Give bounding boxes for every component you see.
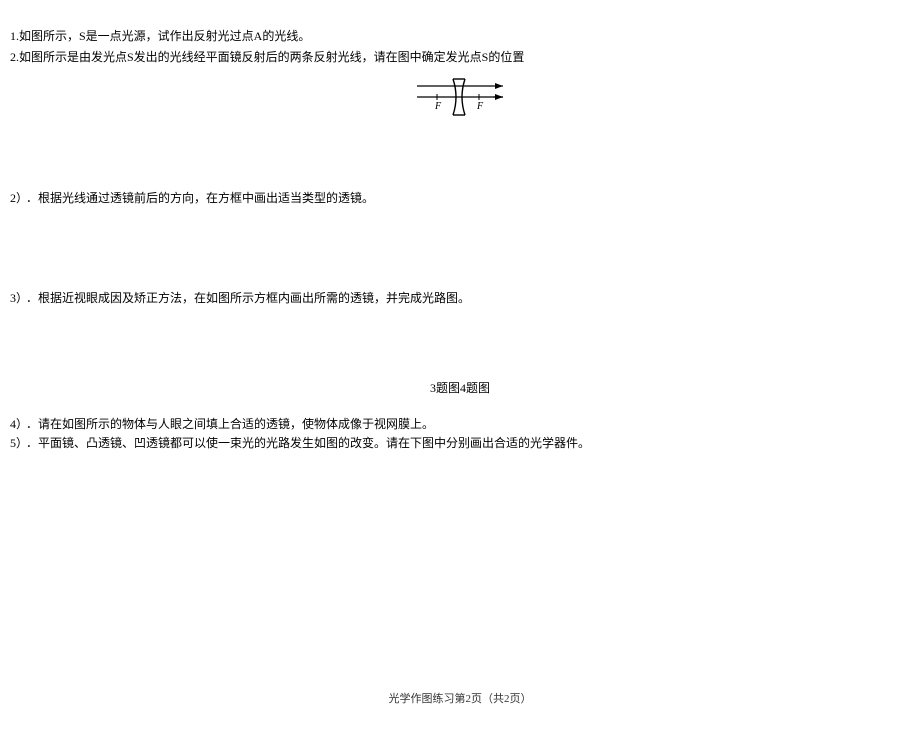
question-4-sub: 4） ．请在如图所示的物体与人眼之间填上合适的透镜，使物体成像于视网膜上。: [10, 416, 910, 433]
figure-caption: 3题图4题图: [10, 379, 910, 396]
question-2: 2.如图所示是由发光点S发出的光线经平面镜反射后的两条反射光线，请在图中确定发光…: [10, 49, 910, 66]
q5sub-text: ．平面镜、凸透镜、凹透镜都可以使一束光的光路发生如图的改变。请在下图中分别画出合…: [26, 436, 590, 450]
q4sub-number: 4）: [10, 417, 22, 431]
concave-lens-icon: F F: [415, 74, 505, 124]
question-1: 1.如图所示，S是一点光源，试作出反射光过点A的光线。: [10, 28, 910, 45]
question-3-sub: 3） ．根据近视眼成因及矫正方法，在如图所示方框内画出所需的透镜，并完成光路图。: [10, 290, 910, 307]
focus-label-left: F: [434, 101, 442, 112]
q4sub-text: ．请在如图所示的物体与人眼之间填上合适的透镜，使物体成像于视网膜上。: [26, 417, 434, 431]
spacer-3: [10, 311, 910, 371]
q2sub-text: ．根据光线通过透镜前后的方向，在方框中画出适当类型的透镜。: [26, 191, 374, 205]
q3sub-number: 3）: [10, 291, 22, 305]
q3sub-text: ．根据近视眼成因及矫正方法，在如图所示方框内画出所需的透镜，并完成光路图。: [26, 291, 470, 305]
q5sub-number: 5）: [10, 436, 22, 450]
question-5-sub: 5） ．平面镜、凸透镜、凹透镜都可以使一束光的光路发生如图的改变。请在下图中分别画…: [10, 435, 910, 452]
spacer-1: [10, 140, 910, 190]
lens-diagram: F F: [10, 74, 910, 128]
focus-label-right: F: [476, 101, 484, 112]
question-2-sub: 2） ．根据光线通过透镜前后的方向，在方框中画出适当类型的透镜。: [10, 190, 910, 207]
q2sub-number: 2）: [10, 191, 22, 205]
page-footer: 光学作图练习第2页（共2页）: [0, 690, 920, 706]
spacer-2: [10, 210, 910, 290]
